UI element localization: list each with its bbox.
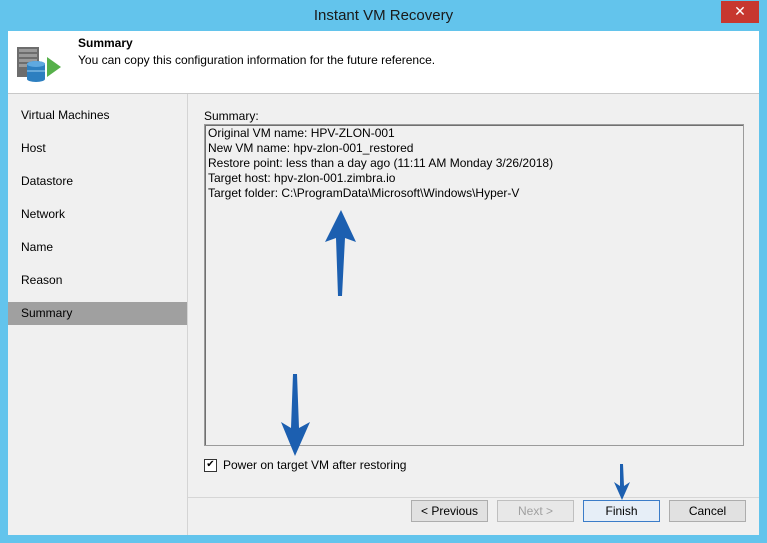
sidebar-item-virtual-machines[interactable]: Virtual Machines — [8, 104, 187, 127]
summary-line: Original VM name: HPV-ZLON-001 — [208, 126, 395, 140]
sidebar-item-host[interactable]: Host — [8, 137, 187, 160]
title-bar[interactable]: Instant VM Recovery ✕ — [0, 0, 767, 31]
window: Instant VM Recovery ✕ Summary You can co… — [0, 0, 767, 543]
cancel-button[interactable]: Cancel — [669, 500, 746, 522]
close-button[interactable]: ✕ — [721, 1, 759, 23]
wizard-header: Summary You can copy this configuration … — [8, 31, 759, 94]
power-on-label[interactable]: Power on target VM after restoring — [223, 458, 406, 472]
sidebar-item-datastore[interactable]: Datastore — [8, 170, 187, 193]
step-title: Summary — [78, 36, 133, 50]
sidebar-item-network[interactable]: Network — [8, 203, 187, 226]
summary-line: Restore point: less than a day ago (11:1… — [208, 156, 554, 170]
next-button[interactable]: Next > — [497, 500, 574, 522]
summary-label: Summary: — [204, 109, 259, 123]
window-title: Instant VM Recovery — [313, 7, 454, 24]
summary-panel: Summary: Original VM name: HPV-ZLON-001 … — [188, 94, 759, 535]
finish-button[interactable]: Finish — [583, 500, 660, 522]
summary-line: New VM name: hpv-zlon-001_restored — [208, 141, 414, 155]
wizard-steps: Virtual Machines Host Datastore Network … — [8, 94, 188, 535]
arrow-down-annotation — [281, 374, 310, 456]
dialog-body: Summary You can copy this configuration … — [8, 31, 759, 535]
sidebar-item-summary[interactable]: Summary — [8, 302, 187, 325]
arrow-up-annotation — [325, 210, 356, 296]
summary-line: Target folder: C:\ProgramData\Microsoft\… — [208, 186, 520, 200]
step-description: You can copy this configuration informat… — [78, 53, 436, 67]
sidebar-item-reason[interactable]: Reason — [8, 269, 187, 292]
summary-line: Target host: hpv-zlon-001.zimbra.io — [208, 171, 396, 185]
previous-button[interactable]: < Previous — [411, 500, 488, 522]
server-restore-icon — [17, 47, 61, 82]
arrow-finish-annotation — [614, 464, 630, 500]
footer-divider — [188, 497, 759, 498]
power-on-checkbox[interactable]: ✔ — [204, 459, 217, 472]
sidebar-item-name[interactable]: Name — [8, 236, 187, 259]
